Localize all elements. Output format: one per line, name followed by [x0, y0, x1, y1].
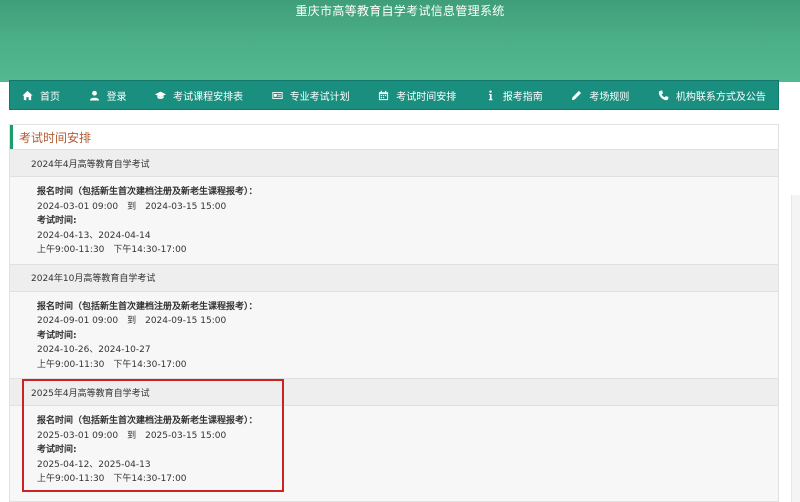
registration-label: 报名时间（包括新生首次建档注册及新老生课程报考）： — [37, 416, 258, 426]
panel-title: 考试时间安排 — [10, 125, 778, 149]
pencil-icon — [572, 90, 582, 100]
registration-label: 报名时间（包括新生首次建档注册及新老生课程报考）： — [37, 301, 258, 312]
nav-home-label: 首页 — [40, 91, 60, 103]
site-title: 重庆市高等教育自学考试信息管理系统 — [295, 4, 505, 18]
exam-dates: 2024-04-13、2024-04-14 — [37, 230, 151, 241]
exam-hours: 上午9:00-11:30 下午14:30-17:00 — [37, 245, 187, 255]
nav-exam-rules-label: 考场规则 — [589, 91, 630, 103]
user-icon — [89, 90, 99, 101]
exam-time-label: 考试时间: — [37, 445, 77, 455]
exam-hours: 上午9:00-11:30 下午14:30-17:00 — [37, 474, 187, 484]
phone-icon — [658, 90, 669, 100]
main-navbar: 首页 登录 考试课程安排表 专业考试计划 考试时间安排 报考指南 考场规则 机构… — [9, 80, 779, 110]
nav-guide-label: 报考指南 — [502, 91, 543, 103]
graduation-cap-icon — [155, 91, 167, 99]
exam-title: 2025年4月高等教育自学考试 — [10, 378, 778, 406]
exam-hours: 上午9:00-11:30 下午14:30-17:00 — [37, 359, 187, 370]
nav-login-label: 登录 — [106, 91, 127, 103]
exam-details: 报名时间（包括新生首次建档注册及新老生课程报考）： 2024-03-01 09:… — [10, 177, 778, 264]
registration-time: 2024-03-01 09:00 到 2024-03-15 15:00 — [37, 201, 227, 212]
nav-contact[interactable]: 机构联系方式及公告 — [658, 88, 766, 103]
exam-details: 报名时间（包括新生首次建档注册及新老生课程报考）： 2025-03-01 09:… — [10, 406, 778, 493]
id-card-icon — [272, 91, 283, 99]
calendar-icon — [379, 90, 389, 100]
nav-major-plan-label: 专业考试计划 — [289, 91, 350, 103]
exam-details: 报名时间（包括新生首次建档注册及新老生课程报考）： 2024-09-01 09:… — [10, 292, 778, 379]
exam-dates: 2025-04-12、2025-04-13 — [37, 459, 151, 470]
registration-label: 报名时间（包括新生首次建档注册及新老生课程报考）： — [37, 187, 258, 197]
exam-dates: 2024-10-26、2024-10-27 — [37, 345, 151, 355]
nav-login[interactable]: 登录 — [89, 88, 127, 103]
nav-exam-time-label: 考试时间安排 — [396, 91, 457, 103]
nav-contact-label: 机构联系方式及公告 — [675, 91, 766, 103]
nav-course-schedule-label: 考试课程安排表 — [173, 91, 244, 103]
exam-schedule-panel: 考试时间安排 2024年4月高等教育自学考试 报名时间（包括新生首次建档注册及新… — [9, 124, 779, 502]
exam-time-label: 考试时间: — [37, 216, 77, 226]
home-icon — [22, 90, 33, 100]
exam-time-label: 考试时间: — [37, 330, 77, 341]
exam-title: 2024年4月高等教育自学考试 — [10, 149, 778, 177]
info-icon — [488, 89, 493, 100]
nav-exam-rules[interactable]: 考场规则 — [571, 88, 629, 103]
nav-exam-time[interactable]: 考试时间安排 — [378, 88, 456, 103]
nav-major-plan[interactable]: 专业考试计划 — [272, 88, 350, 103]
registration-time: 2024-09-01 09:00 到 2024-09-15 15:00 — [37, 316, 227, 326]
header-banner: 重庆市高等教育自学考试信息管理系统 — [0, 0, 800, 82]
scrollbar[interactable] — [791, 195, 800, 502]
exam-title: 2024年10月高等教育自学考试 — [10, 263, 778, 292]
nav-course-schedule[interactable]: 考试课程安排表 — [155, 88, 243, 103]
nav-home[interactable]: 首页 — [22, 88, 60, 103]
nav-guide[interactable]: 报考指南 — [485, 88, 543, 103]
registration-time: 2025-03-01 09:00 到 2025-03-15 15:00 — [37, 430, 227, 441]
